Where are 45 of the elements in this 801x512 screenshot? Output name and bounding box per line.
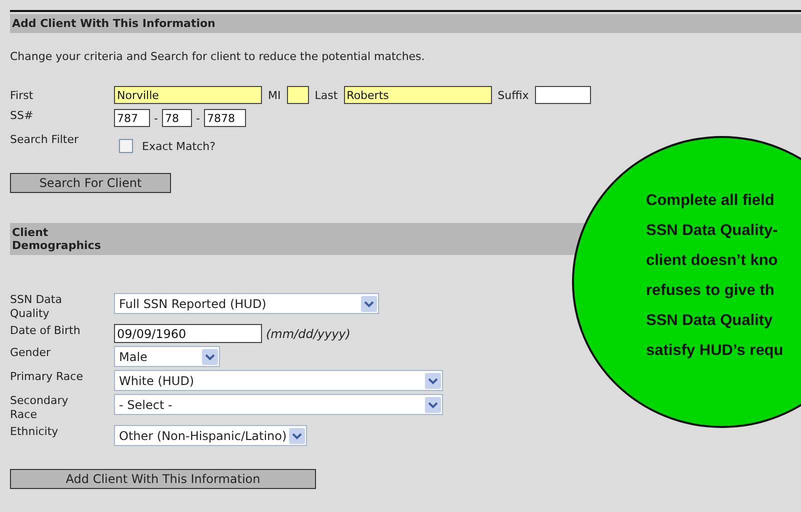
add-client-button[interactable]: Add Client With This Information bbox=[10, 469, 316, 489]
dropdown[interactable]: - Select - bbox=[114, 394, 443, 415]
caret-icon bbox=[361, 296, 377, 312]
separator-text: - bbox=[154, 112, 158, 124]
field-label: MI bbox=[268, 88, 281, 102]
caret-icon bbox=[288, 428, 305, 444]
field-label: Date of Birth bbox=[10, 324, 82, 338]
field-label: Gender bbox=[10, 346, 52, 360]
callout-text: satisfy HUD’s requ bbox=[646, 341, 784, 361]
checkbox[interactable] bbox=[119, 138, 133, 152]
caret-icon bbox=[425, 372, 441, 388]
field-label: SS# bbox=[10, 109, 34, 122]
field-label: First bbox=[10, 88, 34, 102]
field-label: Last bbox=[314, 88, 338, 102]
field-label: Suffix bbox=[498, 88, 529, 102]
format-hint: (mm/dd/yyyy) bbox=[266, 326, 350, 340]
field-label: Secondary Race bbox=[10, 394, 70, 422]
separator-text: - bbox=[196, 112, 200, 124]
text-field[interactable]: 7878 bbox=[204, 109, 246, 127]
dropdown[interactable]: White (HUD) bbox=[114, 370, 443, 391]
date-field[interactable]: 09/09/1960 bbox=[114, 324, 262, 343]
instructions-text: Change your criteria and Search for client to reduce the potential matches. bbox=[10, 50, 426, 63]
section-header: Add Client With This Information bbox=[10, 14, 801, 33]
caret-icon bbox=[202, 348, 218, 364]
text-field[interactable]: Roberts bbox=[344, 86, 492, 104]
text-field[interactable]: 78 bbox=[162, 109, 192, 127]
checkbox-label: Exact Match? bbox=[142, 140, 216, 153]
field-label: Primary Race bbox=[10, 370, 84, 384]
text-field[interactable]: Norville bbox=[114, 86, 262, 104]
search-button[interactable]: Search For Client bbox=[10, 173, 171, 193]
field-label: Search Filter bbox=[10, 133, 80, 146]
text-field[interactable]: 787 bbox=[114, 109, 150, 127]
text-field[interactable] bbox=[534, 86, 591, 104]
callout-text: Complete all field bbox=[646, 191, 776, 211]
callout-text: SSN Data Quality- bbox=[646, 221, 779, 241]
text-field[interactable] bbox=[286, 86, 309, 104]
callout-text: refuses to give th bbox=[646, 281, 776, 301]
dropdown[interactable]: Male bbox=[114, 346, 220, 367]
field-label: Ethnicity bbox=[10, 425, 60, 439]
caret-icon bbox=[425, 396, 441, 412]
field-label: SSN Data Quality bbox=[10, 293, 63, 321]
callout-text: SSN Data Quality bbox=[646, 311, 774, 331]
dropdown[interactable]: Other (Non-Hispanic/Latino) bbox=[114, 425, 307, 446]
callout-text: client doesn’t kno bbox=[646, 251, 779, 271]
dropdown[interactable]: Full SSN Reported (HUD) bbox=[114, 293, 379, 314]
